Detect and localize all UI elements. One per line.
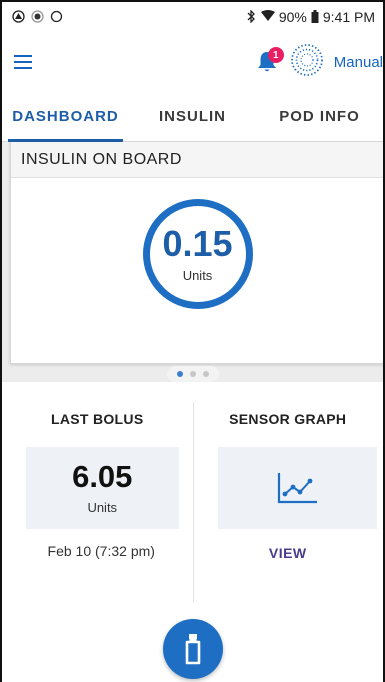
last-bolus-title: LAST BOLUS bbox=[51, 411, 144, 427]
last-bolus-box: 6.05 Units bbox=[26, 447, 179, 529]
notification-icon bbox=[12, 9, 25, 25]
sensor-graph-button[interactable] bbox=[217, 447, 377, 529]
last-bolus-unit: Units bbox=[87, 500, 118, 515]
insulin-on-board-value: 0.15 bbox=[162, 222, 233, 264]
last-bolus-value: 6.05 bbox=[72, 459, 133, 494]
tab-insulin[interactable]: INSULIN bbox=[129, 92, 256, 141]
mode-label[interactable]: Manual bbox=[334, 54, 383, 71]
insulin-on-board-ring: 0.15 Units bbox=[142, 199, 253, 309]
tab-pod-info[interactable]: POD INFO bbox=[256, 92, 383, 141]
summary-section: LAST BOLUS 6.05 Units Feb 10 (7:32 pm) S… bbox=[2, 382, 383, 654]
carousel-pager bbox=[166, 366, 219, 382]
notification-bell-button[interactable]: 1 bbox=[254, 47, 284, 75]
last-bolus-section: LAST BOLUS 6.05 Units Feb 10 (7:32 pm) bbox=[2, 382, 193, 654]
battery-percent: 90% bbox=[278, 9, 307, 25]
pager-dot[interactable] bbox=[189, 371, 196, 377]
wifi-icon bbox=[260, 10, 275, 24]
status-left-icons bbox=[12, 9, 63, 25]
tab-bar: DASHBOARD INSULIN POD INFO bbox=[2, 92, 383, 142]
menu-button[interactable] bbox=[14, 49, 40, 75]
dot-icon bbox=[31, 9, 44, 25]
bolus-fab-button[interactable] bbox=[162, 619, 223, 679]
menu-icon-line bbox=[14, 61, 32, 63]
ring-icon bbox=[50, 10, 63, 25]
insulin-on-board-title: INSULIN ON BOARD bbox=[11, 142, 383, 178]
dashboard-carousel: INSULIN ON BOARD 0.15 Units bbox=[2, 142, 383, 382]
sensor-graph-section: SENSOR GRAPH VIEW bbox=[193, 382, 384, 654]
insulin-on-board-unit: Units bbox=[182, 267, 213, 283]
line-chart-icon bbox=[278, 473, 318, 504]
tab-dashboard[interactable]: DASHBOARD bbox=[2, 92, 129, 142]
battery-icon bbox=[311, 9, 319, 25]
bolus-vial-icon bbox=[185, 634, 200, 665]
pager-dot[interactable] bbox=[202, 371, 209, 377]
app-frame: 90% 9:41 PM 1 Manual DASHBOARD INSULIN P… bbox=[0, 0, 385, 682]
bluetooth-icon bbox=[245, 8, 257, 25]
status-right: 90% 9:41 PM bbox=[245, 8, 375, 25]
pager-dot[interactable] bbox=[176, 371, 183, 377]
status-bar: 90% 9:41 PM bbox=[2, 2, 383, 32]
last-bolus-date: Feb 10 (7:32 pm) bbox=[47, 543, 155, 559]
notification-badge: 1 bbox=[267, 47, 284, 63]
view-sensor-graph-link[interactable]: VIEW bbox=[193, 545, 384, 561]
insulin-on-board-card[interactable]: INSULIN ON BOARD 0.15 Units bbox=[10, 142, 383, 364]
sensor-graph-title: SENSOR GRAPH bbox=[229, 411, 347, 427]
menu-icon-line bbox=[14, 67, 32, 69]
menu-icon-line bbox=[14, 55, 32, 57]
app-bar: 1 Manual bbox=[2, 32, 383, 92]
pod-status-icon[interactable] bbox=[290, 43, 324, 82]
clock: 9:41 PM bbox=[322, 9, 375, 25]
app-bar-actions: 1 Manual bbox=[254, 43, 383, 82]
